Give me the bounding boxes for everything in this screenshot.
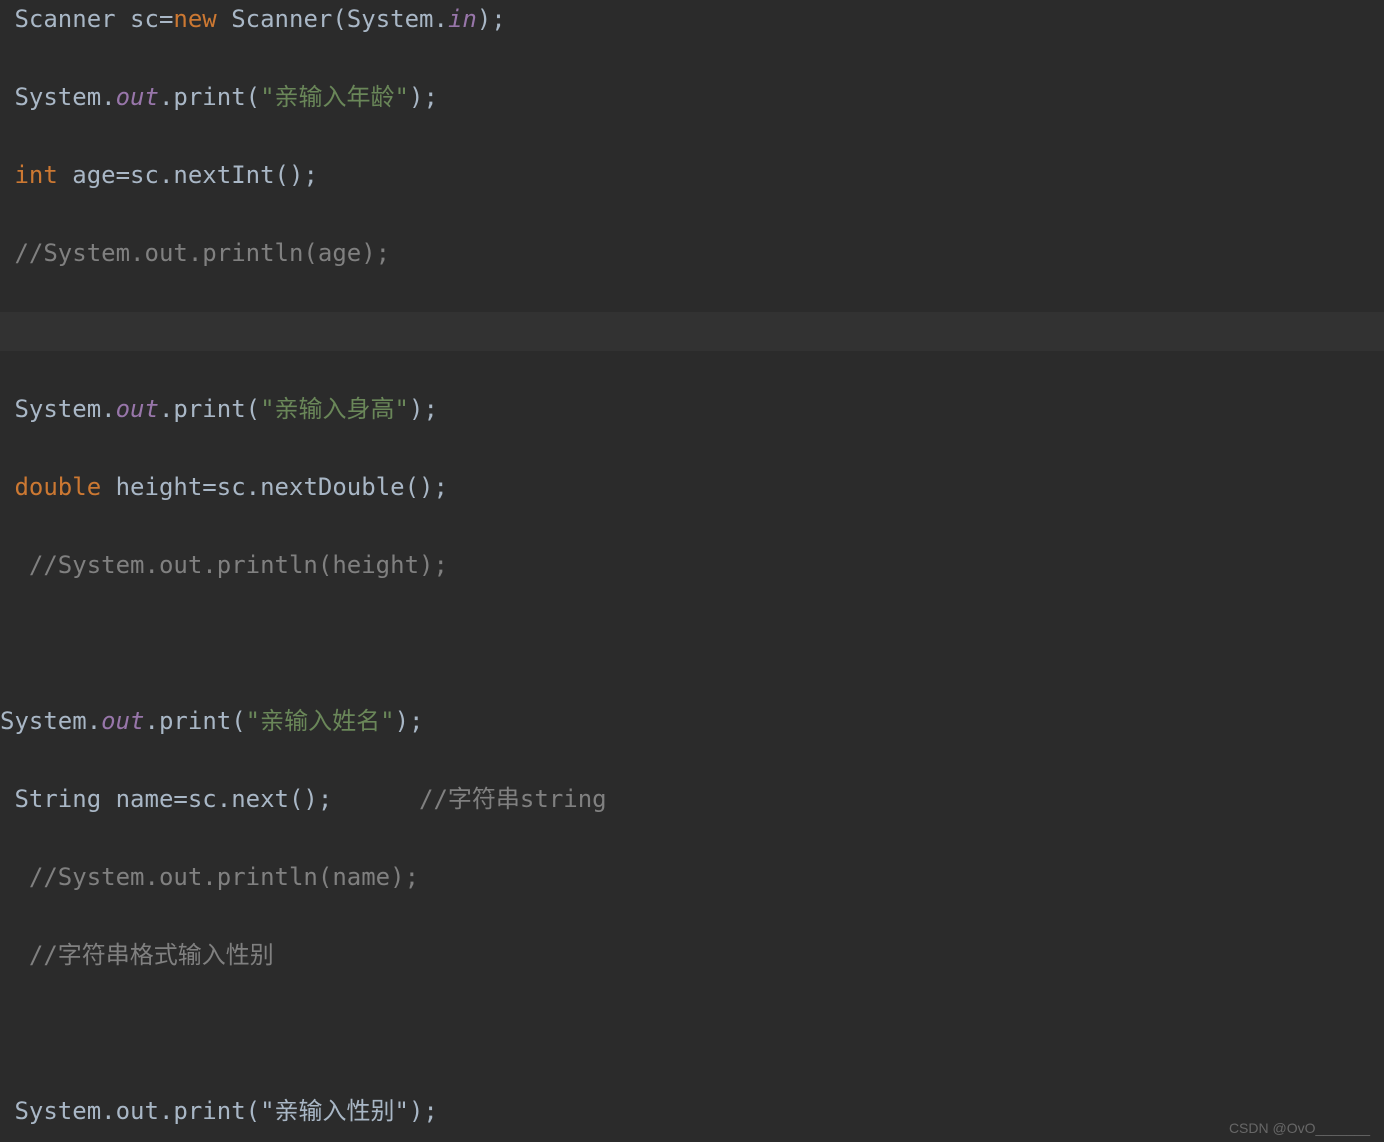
code-line	[0, 624, 1384, 663]
code-line: System.out.print("亲输入性别");	[0, 1092, 1384, 1131]
code-line: Scanner sc=new Scanner(System.in);	[0, 0, 1384, 39]
code-line: //System.out.println(name);	[0, 858, 1384, 897]
code-line: //字符串格式输入性别	[0, 936, 1384, 975]
code-line: int age=sc.nextInt();	[0, 156, 1384, 195]
code-line-highlighted	[0, 312, 1384, 351]
code-line: System.out.print("亲输入年龄");	[0, 78, 1384, 117]
code-editor[interactable]: Scanner sc=new Scanner(System.in); Syste…	[0, 0, 1384, 1142]
code-line	[0, 1014, 1384, 1053]
code-line: System.out.print("亲输入姓名");	[0, 702, 1384, 741]
code-line: double height=sc.nextDouble();	[0, 468, 1384, 507]
code-line: //System.out.println(age);	[0, 234, 1384, 273]
code-line: String name=sc.next(); //字符串string	[0, 780, 1384, 819]
code-line: //System.out.println(height);	[0, 546, 1384, 585]
code-line: System.out.print("亲输入身高");	[0, 390, 1384, 429]
